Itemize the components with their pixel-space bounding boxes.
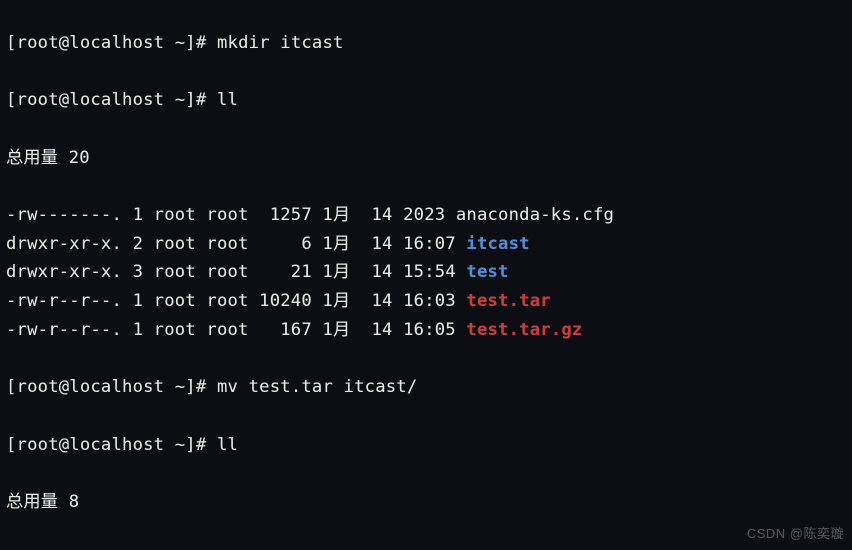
list-item: drwxr-xr-x. 2 root root 6 1月 14 16:07 it…	[6, 230, 846, 259]
file-attrs: drwxr-xr-x. 2 root root 6 1月 14 16:07	[6, 234, 466, 254]
list-item: -rw-------. 1 root root 1257 1月 14 2023 …	[6, 545, 846, 550]
total-line: 总用量 8	[6, 488, 846, 517]
prompt-line: [root@localhost ~]# mkdir itcast	[6, 29, 846, 58]
shell-prompt: [root@localhost ~]#	[6, 33, 206, 53]
command: ll	[217, 435, 238, 455]
total-line: 总用量 20	[6, 144, 846, 173]
file-name: test	[466, 262, 508, 282]
list-item: -rw-r--r--. 1 root root 167 1月 14 16:05 …	[6, 316, 846, 345]
terminal-output[interactable]: [root@localhost ~]# mkdir itcast [root@l…	[0, 0, 852, 550]
list-item: -rw-------. 1 root root 1257 1月 14 2023 …	[6, 201, 846, 230]
file-attrs: drwxr-xr-x. 3 root root 21 1月 14 15:54	[6, 262, 466, 282]
file-name: itcast	[466, 234, 529, 254]
file-listing: -rw-------. 1 root root 1257 1月 14 2023 …	[6, 201, 846, 345]
list-item: drwxr-xr-x. 3 root root 21 1月 14 15:54 t…	[6, 258, 846, 287]
file-name: anaconda-ks.cfg	[456, 205, 614, 225]
shell-prompt: [root@localhost ~]#	[6, 377, 206, 397]
command: ll	[217, 90, 238, 110]
file-listing: -rw-------. 1 root root 1257 1月 14 2023 …	[6, 545, 846, 550]
file-name: test.tar	[466, 291, 550, 311]
prompt-line: [root@localhost ~]# ll	[6, 431, 846, 460]
shell-prompt: [root@localhost ~]#	[6, 90, 206, 110]
command: mv test.tar itcast/	[217, 377, 417, 397]
file-attrs: -rw-r--r--. 1 root root 10240 1月 14 16:0…	[6, 291, 466, 311]
file-name: test.tar.gz	[466, 320, 582, 340]
shell-prompt: [root@localhost ~]#	[6, 435, 206, 455]
watermark-text: CSDN @陈奕璇	[747, 523, 844, 542]
prompt-line: [root@localhost ~]# ll	[6, 86, 846, 115]
command: mkdir itcast	[217, 33, 344, 53]
list-item: -rw-r--r--. 1 root root 10240 1月 14 16:0…	[6, 287, 846, 316]
file-attrs: -rw-------. 1 root root 1257 1月 14 2023	[6, 205, 456, 225]
prompt-line: [root@localhost ~]# mv test.tar itcast/	[6, 373, 846, 402]
file-attrs: -rw-r--r--. 1 root root 167 1月 14 16:05	[6, 320, 466, 340]
